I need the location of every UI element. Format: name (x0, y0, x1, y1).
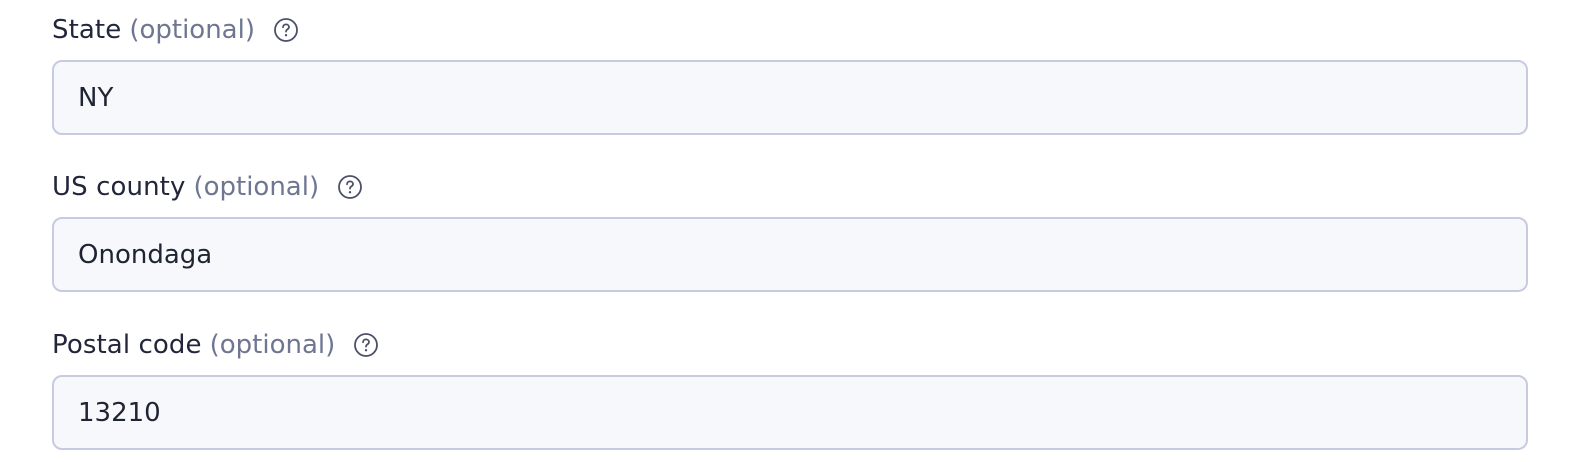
question-circle-icon[interactable] (273, 17, 299, 43)
question-circle-icon[interactable] (337, 174, 363, 200)
postal-code-field-group: Postal code (optional) (52, 328, 1528, 450)
state-label: State (52, 15, 122, 45)
state-label-row: State (optional) (52, 13, 1528, 47)
postal-code-input[interactable] (52, 375, 1528, 450)
county-label: US county (52, 172, 186, 202)
state-field-group: State (optional) (52, 13, 1528, 135)
postal-code-optional-hint: (optional) (209, 330, 336, 360)
county-field-group: US county (optional) (52, 170, 1528, 292)
question-circle-icon[interactable] (353, 332, 379, 358)
postal-code-label-row: Postal code (optional) (52, 328, 1528, 362)
state-input[interactable] (52, 60, 1528, 135)
county-optional-hint: (optional) (193, 172, 320, 202)
county-label-row: US county (optional) (52, 170, 1528, 204)
state-optional-hint: (optional) (129, 15, 255, 45)
postal-code-label: Postal code (52, 330, 202, 360)
county-input[interactable] (52, 217, 1528, 292)
